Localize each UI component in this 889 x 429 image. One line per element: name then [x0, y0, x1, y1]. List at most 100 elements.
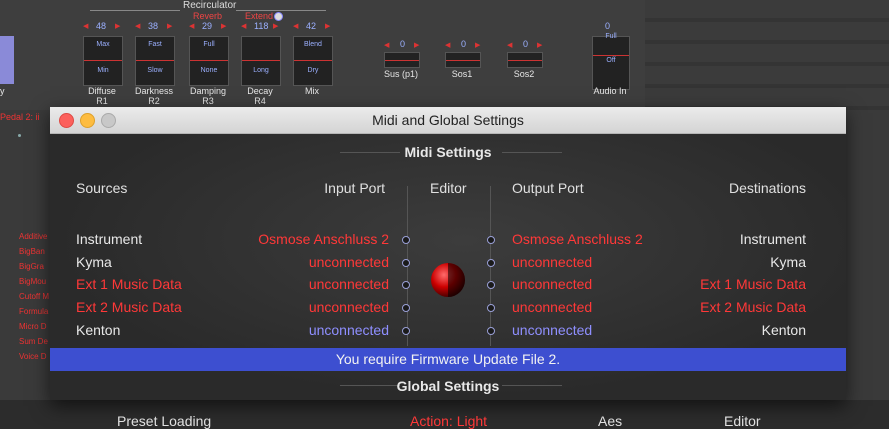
preset-list-item[interactable]: BigGra	[19, 262, 44, 271]
audio-in-top-label: Full	[605, 33, 617, 40]
param-value: 38	[148, 21, 159, 31]
param-increment-icon[interactable]: ▶	[167, 22, 172, 30]
preset-list-item[interactable]: Additive	[19, 232, 47, 241]
param-name: Damping	[189, 86, 227, 96]
input-port-selector[interactable]: Osmose Anschluss 2	[258, 231, 389, 247]
input-port-selector[interactable]: unconnected	[309, 299, 389, 315]
param-fader[interactable]: Blend Dry	[293, 36, 333, 86]
preset-list-item[interactable]: Sum De	[19, 337, 48, 346]
param-decrement-icon[interactable]: ◀	[135, 22, 140, 30]
input-port-selector[interactable]: unconnected	[309, 276, 389, 292]
param-decrement-icon[interactable]: ◀	[293, 22, 298, 30]
small-control-name: Sos2	[513, 69, 535, 79]
source-name: Kenton	[76, 321, 121, 338]
small-decrement-icon[interactable]: ◀	[445, 41, 450, 49]
small-control-name: Sus (p1)	[383, 69, 418, 79]
destination-name: Kyma	[770, 253, 806, 270]
param-marker	[294, 60, 332, 61]
param-marker	[242, 60, 280, 61]
editor-header: Editor	[430, 180, 467, 196]
output-port-selector[interactable]: Osmose Anschluss 2	[512, 231, 643, 247]
param-value: 29	[202, 21, 213, 31]
extend-label: Extend	[245, 11, 274, 21]
output-port-selector[interactable]: unconnected	[512, 276, 592, 292]
partial-fader[interactable]	[0, 36, 14, 84]
output-port-header: Output Port	[512, 180, 584, 196]
preset-list-item[interactable]: Voice D	[19, 352, 47, 361]
preset-list-item[interactable]: Micro D	[19, 322, 47, 331]
small-increment-icon[interactable]: ▶	[414, 41, 419, 49]
output-port-selector[interactable]: unconnected	[512, 299, 592, 315]
audio-in-value: 0	[605, 21, 611, 31]
param-increment-icon[interactable]: ▶	[325, 22, 330, 30]
destination-name: Instrument	[739, 231, 806, 247]
small-increment-icon[interactable]: ▶	[475, 41, 480, 49]
small-fader[interactable]	[507, 52, 543, 68]
input-connection-dot[interactable]	[402, 258, 410, 267]
destination-name: Ext 1 Music Data	[700, 276, 806, 293]
small-decrement-icon[interactable]: ◀	[507, 41, 512, 49]
param-id: R1	[96, 96, 108, 106]
param-top-label: Blend	[304, 41, 322, 48]
audio-in-label: Audio In	[593, 86, 627, 96]
audio-in-control[interactable]: Full Off	[592, 33, 630, 90]
output-port-selector[interactable]: unconnected	[512, 322, 592, 338]
source-name: Kyma	[76, 253, 112, 270]
preset-list-item[interactable]: BigMou	[19, 277, 46, 286]
param-decrement-icon[interactable]: ◀	[241, 22, 246, 30]
param-fader[interactable]: Max Min	[83, 36, 123, 86]
editor-indicator-shade	[448, 263, 465, 297]
param-marker	[190, 60, 228, 61]
small-fader-marker	[446, 60, 480, 61]
small-fader[interactable]	[384, 52, 420, 68]
action-light-value[interactable]: Action: Light	[410, 413, 487, 429]
param-increment-icon[interactable]: ▶	[115, 22, 120, 30]
param-increment-icon[interactable]: ▶	[221, 22, 226, 30]
small-fader-marker	[508, 60, 542, 61]
partial-label: y	[0, 86, 5, 96]
small-fader[interactable]	[445, 52, 481, 68]
input-port-selector[interactable]: unconnected	[309, 322, 389, 338]
reverb-label: Reverb	[193, 11, 223, 21]
sources-header: Sources	[76, 180, 128, 196]
param-fader[interactable]: Full None	[189, 36, 229, 86]
editor-connection-indicator[interactable]	[431, 263, 465, 297]
preset-list-item[interactable]: Formula	[19, 307, 48, 316]
midi-title-line-right	[502, 152, 562, 153]
recirculator-line-left	[90, 10, 180, 11]
preset-list-item[interactable]: BigBan	[19, 247, 45, 256]
input-connection-dot[interactable]	[402, 236, 410, 244]
output-connection-dot[interactable]	[487, 326, 495, 335]
param-bottom-label: Long	[253, 67, 269, 74]
output-connection-dot[interactable]	[487, 304, 495, 313]
output-connection-dot[interactable]	[487, 281, 495, 290]
input-connection-dot[interactable]	[402, 281, 410, 290]
small-increment-icon[interactable]: ▶	[537, 41, 542, 49]
param-fader[interactable]: Fast Slow	[135, 36, 175, 86]
param-value: 48	[96, 21, 107, 31]
param-fader[interactable]: Long	[241, 36, 281, 86]
output-port-selector[interactable]: unconnected	[512, 254, 592, 270]
small-decrement-icon[interactable]: ◀	[384, 41, 389, 49]
preset-list-item[interactable]: Cutoff M	[19, 292, 49, 301]
input-port-selector[interactable]: unconnected	[309, 254, 389, 270]
input-connection-dot[interactable]	[402, 326, 410, 335]
param-value: 42	[306, 21, 317, 31]
title-bar[interactable]: Midi and Global Settings	[50, 107, 846, 134]
param-increment-icon[interactable]: ▶	[273, 22, 278, 30]
output-connection-dot[interactable]	[487, 258, 495, 267]
global-settings-title: Global Settings	[396, 378, 500, 394]
destination-name: Kenton	[761, 321, 806, 338]
output-connection-dot[interactable]	[487, 236, 495, 244]
input-connection-dot[interactable]	[402, 304, 410, 313]
param-decrement-icon[interactable]: ◀	[83, 22, 88, 30]
param-decrement-icon[interactable]: ◀	[189, 22, 194, 30]
aes-header: Aes	[598, 413, 623, 429]
source-name: Ext 1 Music Data	[76, 276, 182, 293]
global-title-line-right	[502, 385, 562, 386]
param-top-label: Max	[96, 41, 110, 48]
destination-name: Ext 2 Music Data	[700, 299, 806, 316]
preset-loading-header: Preset Loading	[117, 413, 212, 429]
param-bottom-label: Slow	[147, 67, 163, 74]
extend-toggle[interactable]	[274, 12, 283, 21]
